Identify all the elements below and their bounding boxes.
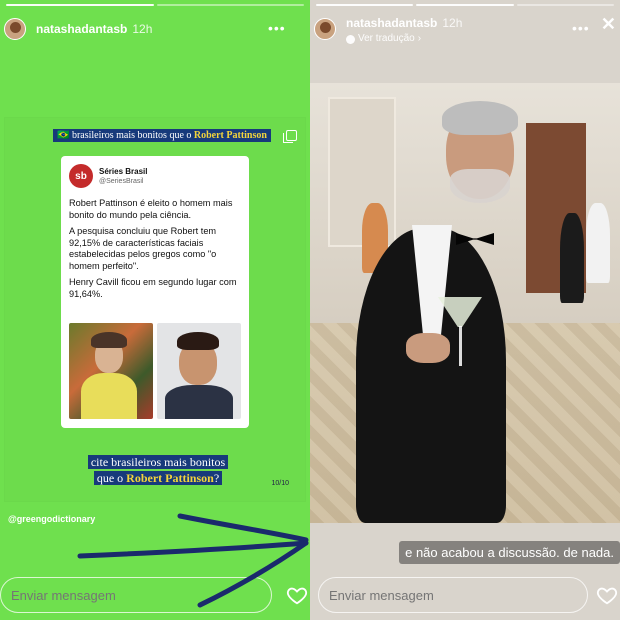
caption-line-2-prefix: que o bbox=[96, 471, 127, 485]
post-caption: cite brasileiros mais bonitos que o Robe… bbox=[71, 454, 245, 486]
story-progress bbox=[6, 4, 304, 6]
translate-link[interactable]: Ver tradução › bbox=[346, 32, 462, 46]
tweet-paragraph: A pesquisa concluiu que Robert tem 92,15… bbox=[69, 226, 217, 271]
tweet-card: sb Séries Brasil @SeriesBrasil Robert Pa… bbox=[61, 156, 249, 428]
translate-label[interactable]: Ver tradução bbox=[358, 32, 415, 46]
message-input[interactable] bbox=[318, 577, 588, 613]
post-time: 12h bbox=[442, 16, 463, 30]
story-caption: e não acabou a discussão. de nada. bbox=[399, 541, 620, 564]
copy-icon bbox=[283, 130, 297, 143]
robert-pattinson-photo bbox=[69, 323, 153, 419]
globe-icon bbox=[346, 34, 355, 44]
tweet-photos bbox=[69, 323, 241, 419]
story-photo bbox=[310, 83, 620, 523]
caption-line-1: cite brasileiros mais bonitos bbox=[87, 455, 229, 469]
heart-icon[interactable] bbox=[596, 584, 618, 606]
story-right[interactable]: natashadantasb 12h Ver tradução › ••• ✕ e … bbox=[310, 0, 620, 620]
more-icon[interactable]: ••• bbox=[572, 20, 590, 36]
story-header: natashadantasb 12h bbox=[0, 14, 310, 48]
avatar[interactable] bbox=[4, 18, 26, 40]
progress-segment bbox=[516, 4, 614, 6]
tweet-paragraph: Henry Cavill ficou em segundo lugar com … bbox=[69, 277, 237, 299]
progress-segment bbox=[316, 4, 414, 6]
mention-tag[interactable]: @greengodictionary bbox=[8, 514, 95, 524]
story-progress bbox=[316, 4, 614, 6]
caption-line-2-highlight: Robert Pattinson bbox=[126, 471, 214, 485]
post-card: 🇧🇷 brasileiros mais bonitos que o Robert… bbox=[5, 118, 305, 501]
chevron-right-icon: › bbox=[417, 33, 422, 44]
heading-highlight: Robert Pattinson bbox=[193, 130, 267, 141]
heading-prefix: 🇧🇷 brasileiros mais bonitos que o bbox=[57, 130, 194, 141]
tweet-account-handle: @SeriesBrasil bbox=[99, 177, 144, 185]
story-left[interactable]: natashadantasb 12h ••• 🇧🇷 brasileiros mai… bbox=[0, 0, 310, 620]
progress-segment bbox=[416, 4, 514, 6]
username[interactable]: natashadantasb bbox=[36, 22, 127, 36]
tweet-paragraph: Robert Pattinson é eleito o homem mais b… bbox=[69, 198, 233, 220]
progress-segment bbox=[6, 4, 154, 6]
tweet-account-name: Séries Brasil bbox=[99, 166, 148, 176]
caption-line-2: que o Robert Pattinson? bbox=[93, 471, 223, 485]
series-brasil-logo: sb bbox=[69, 164, 93, 188]
progress-segment bbox=[156, 4, 304, 6]
close-icon[interactable]: ✕ bbox=[601, 14, 616, 35]
username[interactable]: natashadantasb bbox=[346, 16, 437, 30]
more-icon[interactable]: ••• bbox=[268, 20, 286, 36]
message-input[interactable] bbox=[0, 577, 272, 613]
post-heading: 🇧🇷 brasileiros mais bonitos que o Robert… bbox=[53, 129, 271, 142]
post-time: 12h bbox=[132, 22, 153, 36]
henry-cavill-photo bbox=[157, 323, 241, 419]
page-count: 10/10 bbox=[271, 480, 289, 487]
caption-line-2-suffix: ? bbox=[213, 471, 220, 485]
avatar[interactable] bbox=[314, 18, 336, 40]
tweet-text: Robert Pattinson é eleito o homem mais b… bbox=[69, 198, 241, 300]
heart-icon[interactable] bbox=[286, 584, 308, 606]
